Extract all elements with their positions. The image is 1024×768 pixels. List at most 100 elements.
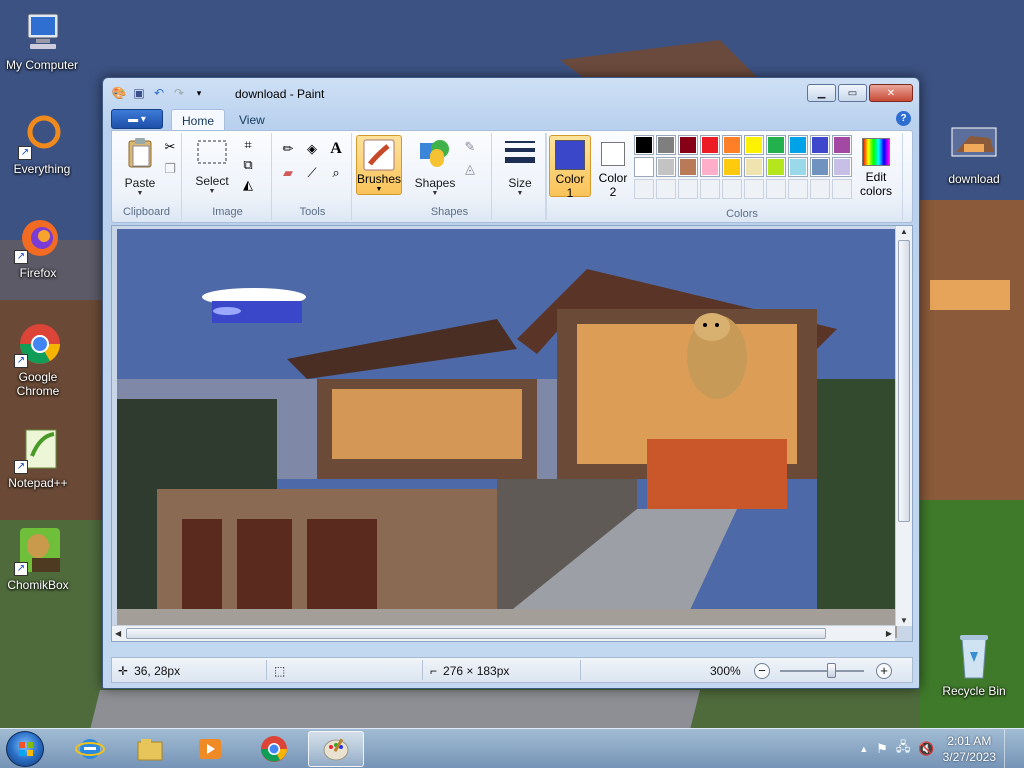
palette-color-swatch[interactable] bbox=[788, 157, 808, 177]
paint-app-icon[interactable]: 🎨 bbox=[111, 85, 127, 101]
color-picker-icon[interactable]: ⟋ bbox=[302, 163, 322, 183]
palette-color-swatch[interactable] bbox=[656, 157, 676, 177]
palette-color-swatch[interactable] bbox=[722, 157, 742, 177]
rotate-icon[interactable]: ◭ bbox=[238, 175, 258, 195]
customize-qat-icon[interactable]: ▾ bbox=[191, 85, 207, 101]
palette-empty-swatch[interactable] bbox=[678, 179, 698, 199]
undo-icon[interactable]: ↶ bbox=[151, 85, 167, 101]
show-desktop-button[interactable] bbox=[1004, 729, 1016, 768]
clock[interactable]: 2:01 AM 3/27/2023 bbox=[943, 733, 996, 765]
desktop-icon-chomikbox[interactable]: ↗ ChomikBox bbox=[0, 528, 80, 592]
vertical-scrollbar[interactable]: ▲ ▼ bbox=[895, 226, 912, 626]
fill-icon[interactable]: ◈ bbox=[302, 139, 322, 159]
scroll-left-icon[interactable]: ◀ bbox=[115, 629, 121, 638]
palette-color-swatch[interactable] bbox=[656, 135, 676, 155]
palette-color-swatch[interactable] bbox=[744, 157, 764, 177]
shape-fill-icon[interactable]: ◬ bbox=[460, 159, 480, 179]
paint-menu-button[interactable]: ▬ ▾ bbox=[111, 109, 163, 129]
volume-muted-icon[interactable]: 🔇 bbox=[918, 741, 934, 757]
taskbar-internet-explorer[interactable] bbox=[62, 731, 118, 767]
crop-icon[interactable]: ⌗ bbox=[238, 135, 258, 155]
size-button[interactable]: Size ▼ bbox=[500, 137, 540, 198]
palette-color-swatch[interactable] bbox=[678, 135, 698, 155]
desktop-icon-my-computer[interactable]: My Computer bbox=[0, 8, 84, 72]
color1-button[interactable]: Color 1 bbox=[549, 135, 591, 200]
taskbar-paint[interactable] bbox=[308, 731, 364, 767]
maximize-button[interactable]: ▭ bbox=[838, 84, 867, 102]
edit-colors-icon bbox=[862, 138, 890, 166]
palette-empty-swatch[interactable] bbox=[744, 179, 764, 199]
palette-color-swatch[interactable] bbox=[722, 135, 742, 155]
cut-icon[interactable]: ✂ bbox=[160, 137, 180, 157]
taskbar-media-player[interactable] bbox=[182, 731, 238, 767]
palette-color-swatch[interactable] bbox=[744, 135, 764, 155]
horizontal-scroll-thumb[interactable] bbox=[126, 628, 826, 639]
eraser-icon[interactable]: ▰ bbox=[278, 163, 298, 183]
palette-color-swatch[interactable] bbox=[810, 157, 830, 177]
palette-empty-swatch[interactable] bbox=[634, 179, 654, 199]
help-icon[interactable]: ? bbox=[896, 111, 911, 126]
palette-color-swatch[interactable] bbox=[678, 157, 698, 177]
taskbar-google-chrome[interactable] bbox=[246, 731, 302, 767]
palette-color-swatch[interactable] bbox=[832, 157, 852, 177]
zoom-slider[interactable] bbox=[780, 670, 864, 672]
palette-color-swatch[interactable] bbox=[766, 157, 786, 177]
paste-button[interactable]: Paste ▼ bbox=[120, 137, 160, 198]
tab-view[interactable]: View bbox=[229, 109, 275, 131]
palette-empty-swatch[interactable] bbox=[810, 179, 830, 199]
shapes-button[interactable]: Shapes ▼ bbox=[412, 137, 458, 198]
palette-color-swatch[interactable] bbox=[810, 135, 830, 155]
palette-color-swatch[interactable] bbox=[788, 135, 808, 155]
start-button[interactable] bbox=[6, 731, 44, 767]
tab-home[interactable]: Home bbox=[171, 109, 226, 131]
brush-icon bbox=[362, 138, 396, 172]
title-bar[interactable]: 🎨 ▣ ↶ ↷ ▾ download - Paint ▁ ▭ ✕ bbox=[103, 78, 919, 108]
zoom-slider-thumb[interactable] bbox=[827, 663, 837, 678]
desktop-icon-download[interactable]: download bbox=[932, 122, 1016, 186]
palette-empty-swatch[interactable] bbox=[722, 179, 742, 199]
select-button[interactable]: Select ▼ bbox=[190, 137, 234, 196]
zoom-out-button[interactable]: − bbox=[754, 663, 770, 679]
outline-icon[interactable]: ✎ bbox=[460, 137, 480, 157]
palette-color-swatch[interactable] bbox=[634, 157, 654, 177]
taskbar-file-explorer[interactable] bbox=[122, 731, 178, 767]
text-icon[interactable]: A bbox=[326, 139, 346, 159]
palette-empty-swatch[interactable] bbox=[656, 179, 676, 199]
desktop-icon-firefox[interactable]: ↗ Firefox bbox=[0, 216, 80, 280]
palette-color-swatch[interactable] bbox=[700, 135, 720, 155]
palette-empty-swatch[interactable] bbox=[700, 179, 720, 199]
desktop-icon-notepad-plus-plus[interactable]: ↗ Notepad++ bbox=[0, 426, 80, 490]
zoom-in-button[interactable]: + bbox=[876, 663, 892, 679]
network-icon[interactable]: 🖧 bbox=[896, 738, 911, 760]
scroll-right-icon[interactable]: ▶ bbox=[886, 629, 892, 638]
action-center-flag-icon[interactable]: ⚑ bbox=[876, 741, 888, 757]
magnifier-icon[interactable]: ⌕ bbox=[326, 163, 346, 183]
close-button[interactable]: ✕ bbox=[869, 84, 913, 102]
desktop-icon-everything[interactable]: ↗ Everything bbox=[0, 112, 84, 176]
image-canvas[interactable] bbox=[117, 229, 897, 638]
color-palette bbox=[634, 135, 852, 199]
brushes-button[interactable]: Brushes ▼ bbox=[356, 135, 402, 195]
palette-empty-swatch[interactable] bbox=[788, 179, 808, 199]
scroll-up-icon[interactable]: ▲ bbox=[900, 227, 908, 236]
palette-empty-swatch[interactable] bbox=[766, 179, 786, 199]
resize-icon[interactable]: ⧉ bbox=[238, 155, 258, 175]
vertical-scroll-thumb[interactable] bbox=[898, 240, 910, 522]
horizontal-scrollbar[interactable]: ◀ ▶ bbox=[112, 625, 895, 641]
minimize-button[interactable]: ▁ bbox=[807, 84, 836, 102]
redo-icon[interactable]: ↷ bbox=[171, 85, 187, 101]
scroll-down-icon[interactable]: ▼ bbox=[900, 616, 908, 625]
palette-empty-swatch[interactable] bbox=[832, 179, 852, 199]
show-hidden-icons-icon[interactable]: ▲ bbox=[859, 744, 868, 754]
desktop-icon-google-chrome[interactable]: ↗ Google Chrome bbox=[0, 320, 80, 398]
palette-color-swatch[interactable] bbox=[634, 135, 654, 155]
desktop-icon-recycle-bin[interactable]: Recycle Bin bbox=[932, 632, 1016, 698]
palette-color-swatch[interactable] bbox=[766, 135, 786, 155]
save-icon[interactable]: ▣ bbox=[131, 85, 147, 101]
edit-colors-button[interactable]: Edit colors bbox=[854, 135, 898, 198]
palette-color-swatch[interactable] bbox=[700, 157, 720, 177]
pencil-icon[interactable]: ✏ bbox=[278, 139, 298, 159]
palette-color-swatch[interactable] bbox=[832, 135, 852, 155]
color2-button[interactable]: Color 2 bbox=[592, 135, 634, 199]
copy-icon[interactable]: ❐ bbox=[160, 159, 180, 179]
